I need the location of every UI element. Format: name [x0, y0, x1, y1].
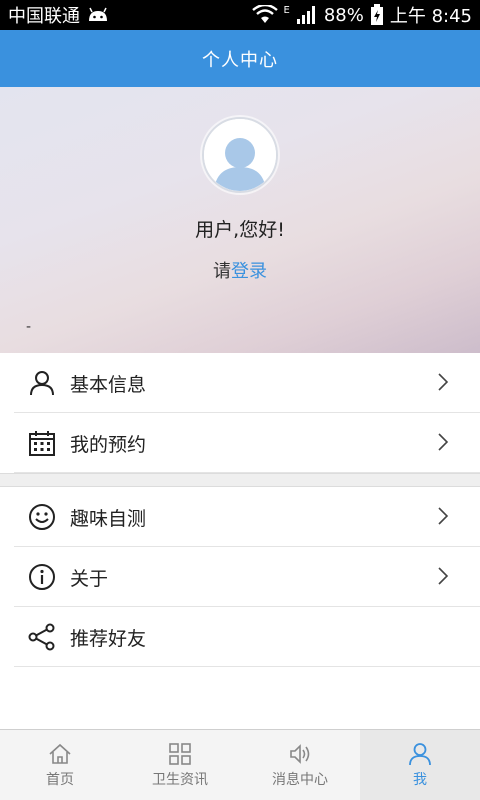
tab-label: 我 [413, 772, 427, 788]
login-prompt: 请登录 [0, 257, 480, 283]
chevron-right-icon [438, 567, 449, 585]
greeting-text: 用户,您好! [195, 219, 285, 241]
grid-icon [167, 741, 193, 767]
menu-item-my-appointments[interactable]: 我的预约 [0, 413, 480, 473]
info-icon [28, 563, 56, 591]
menu-group-more: 趣味自测 关于 推荐好友 [0, 487, 480, 667]
tab-label: 卫生资讯 [152, 772, 208, 788]
tab-home[interactable]: 首页 [0, 730, 120, 800]
network-type-label: E [283, 4, 290, 16]
chevron-right-icon [438, 507, 449, 525]
menu-group-account: 基本信息 我的预约 [0, 353, 480, 473]
menu-item-recommend-friends[interactable]: 推荐好友 [0, 607, 480, 667]
smiley-icon [28, 503, 56, 531]
profile-placeholder: - [26, 319, 32, 335]
home-icon [47, 741, 73, 767]
user-icon [28, 369, 56, 397]
chevron-right-icon [438, 433, 449, 451]
signal-icon [296, 5, 318, 25]
user-icon [407, 741, 433, 767]
battery-percent: 88% [323, 4, 364, 26]
clock: 上午 8:45 [389, 6, 472, 27]
login-prefix: 请 [213, 261, 231, 282]
avatar[interactable] [202, 117, 278, 193]
menu-item-about[interactable]: 关于 [0, 547, 480, 607]
bottom-tab-bar: 首页 卫生资讯 消息中心 我 [0, 729, 480, 800]
section-divider [0, 473, 480, 487]
default-avatar-icon [204, 119, 276, 191]
carrier-name: 中国联通 [8, 6, 80, 27]
tab-message-center[interactable]: 消息中心 [240, 730, 360, 800]
menu-item-label: 我的预约 [70, 433, 147, 456]
wifi-icon [251, 5, 278, 25]
login-link[interactable]: 登录 [231, 261, 267, 282]
menu-item-label: 趣味自测 [70, 507, 147, 530]
title-bar: 个人中心 [0, 30, 480, 87]
tab-health-news[interactable]: 卫生资讯 [120, 730, 240, 800]
tab-label: 消息中心 [272, 772, 328, 788]
page-title: 个人中心 [202, 49, 278, 71]
tab-label: 首页 [46, 772, 74, 788]
menu-item-label: 基本信息 [70, 373, 147, 396]
profile-header: 用户,您好! 请登录 - [0, 87, 480, 353]
share-icon [28, 623, 56, 651]
menu-item-label: 关于 [70, 567, 109, 590]
tab-me[interactable]: 我 [360, 730, 480, 800]
battery-charging-icon [370, 4, 384, 26]
chevron-right-icon [438, 373, 449, 391]
speaker-icon [287, 741, 313, 767]
calendar-icon [28, 429, 56, 457]
menu-item-label: 推荐好友 [70, 627, 147, 650]
menu-item-fun-self-test[interactable]: 趣味自测 [0, 487, 480, 547]
android-icon [86, 7, 110, 23]
status-bar: 中国联通 E 88% 上午 8:45 [0, 0, 480, 30]
menu-item-basic-info[interactable]: 基本信息 [0, 353, 480, 413]
